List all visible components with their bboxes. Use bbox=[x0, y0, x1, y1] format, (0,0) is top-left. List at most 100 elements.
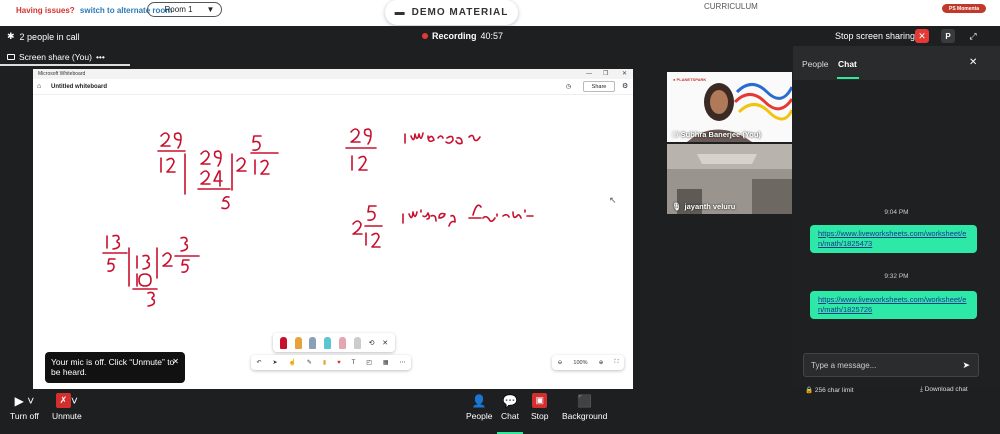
stop-screen-sharing-label[interactable]: Stop screen sharing bbox=[835, 31, 915, 41]
restore-icon[interactable]: ❐ bbox=[603, 69, 608, 79]
caret-down-icon: ▼ bbox=[206, 5, 215, 14]
background-label: Background bbox=[562, 411, 608, 421]
chat-message-input[interactable]: Type a message... ➤ bbox=[803, 353, 979, 377]
bottom-controls: ▶ ˅ Turn off ✗ ˅ Unmute 👤 People 💬 Chat … bbox=[0, 390, 1000, 434]
pen-orange-icon[interactable] bbox=[294, 336, 302, 349]
recording-label: Recording bbox=[432, 31, 477, 41]
shapes-icon[interactable]: ◰ bbox=[366, 359, 372, 366]
stop-share-button[interactable]: ▣ Stop bbox=[531, 393, 549, 421]
home-icon[interactable]: ⌂ bbox=[37, 83, 41, 90]
people-button[interactable]: 👤 People bbox=[466, 393, 493, 422]
user-avatar[interactable]: P bbox=[941, 29, 955, 43]
board-name[interactable]: Untitled whiteboard bbox=[51, 84, 107, 90]
toast-close-icon[interactable]: ✕ bbox=[172, 357, 179, 367]
zoom-in-icon[interactable]: ⊕ bbox=[599, 360, 604, 366]
screen-share-tab[interactable]: Screen share (You) ••• bbox=[0, 50, 130, 66]
reaction-heart-icon[interactable]: ♥ bbox=[337, 360, 341, 366]
recording-dot-icon bbox=[422, 33, 428, 39]
mic-off-toast: Your mic is off. Click “Unmute” to be he… bbox=[45, 352, 185, 383]
participant-video-tile[interactable]: 🎙 jayanth veluru bbox=[667, 144, 792, 214]
chat-message-link[interactable]: https://www.liveworksheets.com/worksheet… bbox=[810, 291, 977, 319]
meeting-app: ✱ 2 people in call Recording 40:57 Stop … bbox=[0, 26, 1000, 434]
demo-material-label: DEMO MATERIAL bbox=[411, 7, 509, 18]
tab-chat[interactable]: Chat bbox=[838, 59, 857, 69]
more-tools-icon[interactable]: ⋯ bbox=[400, 359, 406, 366]
background-button[interactable]: ⬛ Background bbox=[562, 393, 608, 422]
touch-icon[interactable]: ☝ bbox=[288, 359, 295, 366]
turn-off-camera-button[interactable]: ▶ ˅ Turn off bbox=[10, 393, 39, 422]
message-time: 9:32 PM bbox=[884, 273, 909, 280]
unmute-button[interactable]: ✗ ˅ Unmute bbox=[52, 393, 82, 421]
message-time: 9:04 PM bbox=[884, 209, 909, 216]
chat-message-link[interactable]: https://www.liveworksheets.com/worksheet… bbox=[810, 225, 977, 253]
panel-close-icon[interactable]: ✕ bbox=[969, 57, 977, 68]
pen-tool-icon[interactable]: ✎ bbox=[307, 359, 312, 366]
tray-close-icon[interactable]: ✕ bbox=[382, 339, 388, 347]
window-close-icon[interactable]: ✕ bbox=[622, 69, 627, 79]
minimize-icon[interactable]: — bbox=[586, 69, 592, 79]
participant-label: 🎙̸ Subhra Banerjee (You) bbox=[672, 130, 761, 139]
people-count: 2 people in call bbox=[19, 31, 80, 42]
curriculum-link[interactable]: CURRICULUM bbox=[704, 2, 758, 11]
eraser-icon[interactable] bbox=[353, 336, 361, 349]
highlighter-pink-icon[interactable] bbox=[339, 336, 347, 349]
brand-badge-text: PS Momenta bbox=[948, 5, 979, 12]
window-title-bar: Microsoft Whiteboard bbox=[33, 69, 633, 79]
recording-time: 40:57 bbox=[480, 31, 504, 41]
stop-share-icon: ▣ bbox=[532, 393, 548, 408]
zoom-out-icon[interactable]: ⊖ bbox=[558, 360, 563, 366]
whiteboard-header: ⌂ Untitled whiteboard ◷ Share ⚙ bbox=[33, 79, 633, 95]
fullscreen-expand-icon[interactable]: ⤢ bbox=[966, 29, 980, 43]
chat-bubble-icon: 💬 bbox=[502, 393, 518, 408]
highlighter-cyan-icon[interactable] bbox=[324, 336, 332, 349]
side-panel: People Chat ✕ 9:04 PM https://www.livewo… bbox=[793, 46, 1000, 394]
settings-gear-icon[interactable]: ✱ bbox=[7, 31, 15, 42]
undo-icon[interactable]: ↶ bbox=[256, 359, 261, 366]
chat-body: 9:04 PM https://www.liveworksheets.com/w… bbox=[793, 80, 1000, 394]
screen-share-label: Screen share (You) bbox=[19, 52, 92, 62]
background-icon: ⬛ bbox=[577, 393, 593, 408]
recording-indicator: Recording 40:57 bbox=[422, 31, 503, 41]
chat-input-placeholder: Type a message... bbox=[811, 360, 877, 370]
fit-screen-icon[interactable]: ⛶ bbox=[615, 359, 619, 366]
issues-text: Having issues? bbox=[16, 6, 75, 15]
more-options-icon[interactable]: ••• bbox=[96, 52, 105, 62]
select-icon[interactable]: ➤ bbox=[272, 359, 277, 366]
camera-icon: ▶ ˅ bbox=[14, 393, 35, 408]
text-tool-icon[interactable]: T bbox=[352, 360, 356, 366]
participant-video-tile[interactable]: ● PLANETSPARK 🎙̸ Subhra Banerjee (You) bbox=[667, 72, 794, 142]
call-status-bar: ✱ 2 people in call Recording 40:57 Stop … bbox=[0, 26, 1000, 48]
chat-label: Chat bbox=[501, 411, 519, 421]
lasso-icon[interactable]: ⟲ bbox=[369, 339, 375, 347]
panel-header: People Chat ✕ bbox=[793, 46, 1000, 80]
folder-icon: ▬ bbox=[394, 7, 406, 18]
browser-top-strip: Having issues? switch to alternate room … bbox=[0, 0, 1000, 26]
stop-sharing-close-button[interactable]: ✕ bbox=[915, 29, 929, 43]
participant-name: jayanth veluru bbox=[684, 202, 736, 211]
room-select[interactable]: Room 1 ▼ bbox=[147, 2, 222, 17]
shared-screen: Microsoft Whiteboard — ❐ ✕ ⌂ Untitled wh… bbox=[33, 69, 633, 389]
pen-tray: ⟲ ✕ bbox=[273, 333, 395, 352]
turn-off-label: Turn off bbox=[10, 411, 39, 421]
whiteboard-settings-icon[interactable]: ⚙ bbox=[622, 82, 628, 90]
room-select-value: Room 1 bbox=[164, 5, 193, 14]
chat-button[interactable]: 💬 Chat bbox=[501, 393, 519, 422]
demo-material-button[interactable]: ▬ DEMO MATERIAL bbox=[385, 0, 518, 25]
pen-gray-icon[interactable] bbox=[309, 336, 317, 349]
mic-muted-icon: 🎙̸ bbox=[672, 130, 678, 139]
pen-red-icon[interactable] bbox=[279, 336, 287, 349]
mic-off-icon: ✗ ˅ bbox=[55, 393, 78, 408]
timer-icon[interactable]: ◷ bbox=[566, 83, 571, 90]
whiteboard-share-label: Share bbox=[591, 83, 607, 90]
mic-off-toast-text: Your mic is off. Click “Unmute” to be he… bbox=[51, 357, 175, 377]
whiteboard-toolbar: ↶ ➤ ☝ ✎ ▮ ♥ T ◰ ▦ ⋯ bbox=[251, 355, 411, 370]
mouse-cursor-icon: ↖ bbox=[609, 195, 617, 205]
send-icon[interactable]: ➤ bbox=[962, 360, 970, 371]
whiteboard-share-button[interactable]: Share bbox=[583, 81, 615, 92]
insert-icon[interactable]: ▦ bbox=[383, 359, 389, 366]
participant-name: Subhra Banerjee (You) bbox=[680, 130, 761, 139]
tab-people[interactable]: People bbox=[802, 59, 828, 69]
people-label: People bbox=[466, 411, 493, 421]
sticky-note-icon[interactable]: ▮ bbox=[323, 359, 326, 366]
window-title: Microsoft Whiteboard bbox=[38, 71, 86, 77]
